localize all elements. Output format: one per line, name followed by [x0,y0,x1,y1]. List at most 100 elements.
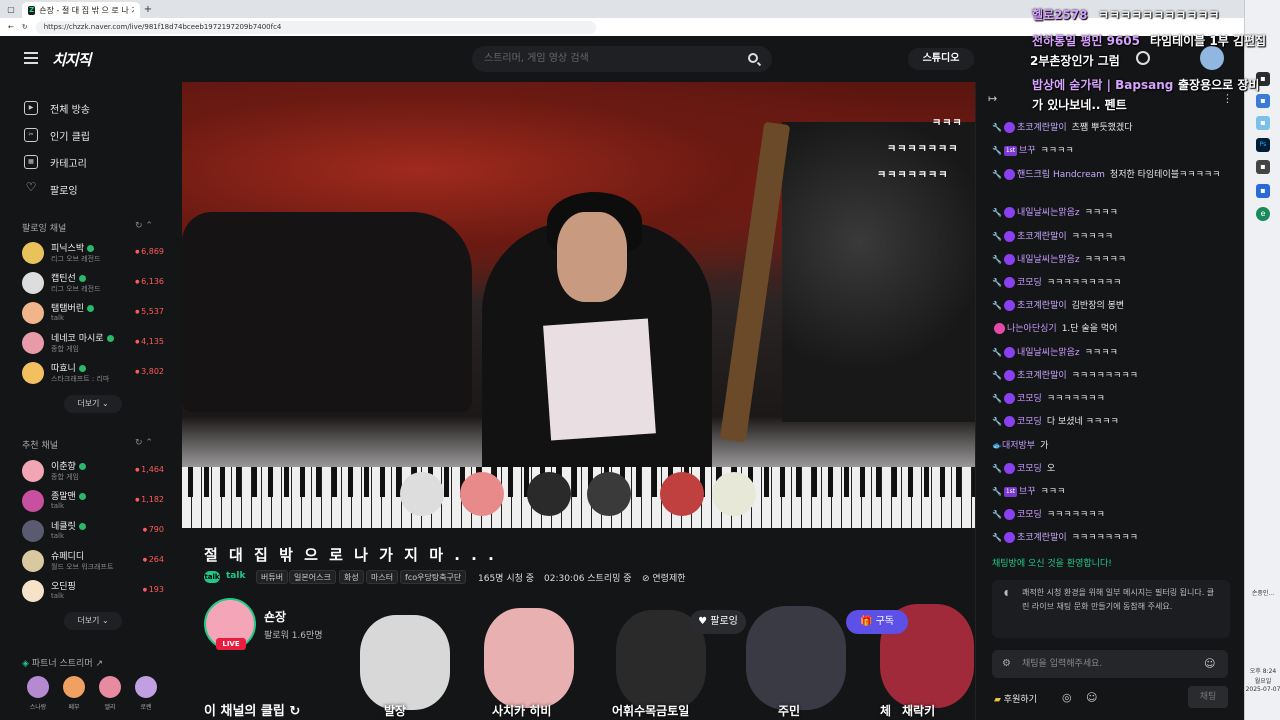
heart-icon: ♡ [25,180,37,194]
chat-username[interactable]: 브꾸 [1019,487,1036,497]
channel-category: 리그 오브 레전드 [51,255,101,263]
channel-category: 스타크래프트 : 리마 [51,375,110,383]
partner-avatar[interactable] [135,676,157,698]
viewer-pet-icon [400,472,444,516]
theme-toggle-icon[interactable] [1136,51,1150,65]
reaction-icon[interactable]: ☺ [1086,691,1097,704]
subscribe-button[interactable]: 🎁 구독 [846,610,908,634]
app-icon[interactable]: ▪ [1256,116,1270,130]
chat-username[interactable]: 핸드크림 Handcream [1017,170,1105,180]
chat-username[interactable]: 코모딩 [1017,278,1042,288]
channel-category: talk [51,592,65,600]
edge-icon[interactable]: e [1256,207,1270,221]
partner-avatar[interactable] [27,676,49,698]
chat-text: 오 [1046,464,1056,474]
tab-actions-icon[interactable]: ▢ [0,5,22,14]
recommended-channel[interactable]: 슈페디디월드 오브 워크래프트 264 [22,548,172,576]
emoji-icon[interactable]: ☺ [1204,657,1215,670]
more-following-button[interactable]: 더보기 ⌄ [64,395,122,413]
chat-username[interactable]: 초코계란말이 [1017,371,1067,381]
chat-username[interactable]: 코모딩 [1017,510,1042,520]
nav-all-live[interactable]: ▶ 전체 방송 [24,99,90,117]
nav-popular-clips[interactable]: ✂ 인기 클립 [24,126,90,144]
chat-text: ㅋㅋㅋㅋ [1040,146,1074,156]
chat-username[interactable]: 코모딩 [1017,464,1042,474]
video-streamer-face [557,212,627,302]
chat-username[interactable]: 초코계란말이 [1017,232,1067,242]
search-icon[interactable] [748,53,758,63]
send-chat-button[interactable]: 채팅 [1188,686,1228,708]
stream-tag[interactable]: fco우당탕축구단 [400,570,467,584]
chat-username[interactable]: 코모딩 [1017,417,1042,427]
reload-icon[interactable]: ↻ [22,23,28,31]
menu-icon[interactable] [24,52,38,64]
following-channel[interactable]: 탬탬버린talk 5,537 [22,300,172,328]
partner-avatar[interactable] [99,676,121,698]
app-icon-3[interactable]: ▪ [1256,184,1270,198]
channel-viewers: 6,869 [135,247,164,256]
stream-tag[interactable]: 버튜버 [256,570,289,584]
chat-username[interactable]: 초코계란말이 [1017,123,1067,133]
channel-viewers: 1,464 [135,465,164,474]
recommended-channel[interactable]: 이춘향종합 게임 1,464 [22,458,172,486]
chat-username[interactable]: 초코계란말이 [1017,301,1067,311]
mission-icon[interactable]: ◎ [1062,691,1072,704]
chat-username[interactable]: 초코계란말이 [1017,533,1067,543]
channel-viewers: 6,136 [135,277,164,286]
following-channel[interactable]: 네네코 마시로종합 게임 4,135 [22,330,172,358]
channel-category: talk [51,314,65,322]
chat-more-icon[interactable]: ⋮ [1222,92,1233,105]
recommended-channel[interactable]: 종말맨talk 1,182 [22,488,172,516]
viewer-count: 165명 시청 중 [478,574,535,584]
stream-tag[interactable]: 마스터 [366,570,399,584]
nav-label: 카테고리 [50,158,87,170]
stream-category-link[interactable]: talk [226,571,245,581]
url-field[interactable]: https://chzzk.naver.com/live/981f18d74bc… [35,20,596,34]
chat-settings-icon[interactable]: ⚙ [1002,658,1011,669]
chat-input[interactable]: 채팅을 입력해주세요. [992,650,1228,678]
collapse-chat-icon[interactable]: ↦ [988,92,997,105]
recommended-channel[interactable]: 네클릿talk 790 [22,518,172,546]
new-tab-button[interactable]: + [140,4,156,15]
chat-username[interactable]: 브꾸 [1019,146,1036,156]
wrench-icon: 🔧 [992,464,1002,473]
nav-following[interactable]: ♡ 팔로잉 [24,180,78,198]
stream-tag[interactable]: 일본어스크 [289,570,336,584]
chat-username[interactable]: 코모딩 [1017,394,1042,404]
subscriber-badge-icon [1003,207,1015,218]
following-channel[interactable]: 따효니스타크래프트 : 리마 3,802 [22,360,172,388]
follow-button[interactable]: ♥ 팔로잉 [690,610,746,634]
following-channel[interactable]: 피닉스박리그 오브 레전드 6,869 [22,240,172,268]
chat-username[interactable]: 대저방부 [1002,441,1035,451]
profile-avatar[interactable] [1200,46,1224,70]
chat-username[interactable]: 내일날씨는맑음z [1017,348,1080,358]
more-recommend-button[interactable]: 더보기 ⌄ [64,612,122,630]
stream-tag[interactable]: 화성 [339,570,364,584]
donate-button[interactable]: ▰ 후원하기 [994,692,1037,705]
video-chat-overlay: ㅋㅋㅋㅋㅋㅋㅋ [887,144,959,155]
following-section-title: 팔로잉 채널 [22,224,67,234]
recommended-channel[interactable]: 오딘핑talk 193 [22,578,172,606]
files-icon[interactable]: ▪ [1256,94,1270,108]
chzzk-logo[interactable]: 치지직 [52,49,91,70]
studio-button[interactable]: 스튜디오 [908,48,974,70]
browser-tab[interactable]: Z 숀장 - 절 대 집 밖 으 로 나 가 지 × [22,2,140,18]
following-channel[interactable]: 캡틴선리그 오브 레전드 6,136 [22,270,172,298]
photoshop-icon[interactable]: Ps [1256,138,1270,152]
channel-name[interactable]: 숀장 [264,608,286,625]
refresh-collapse-icon[interactable]: ↻ ⌃ [135,438,153,448]
back-icon[interactable]: ← [8,23,14,31]
partner-name: 스나랑 [29,704,47,711]
search-input[interactable]: 스트리머, 게임 영상 검색 [472,46,772,72]
chat-username[interactable]: 내일날씨는맑음z [1017,255,1080,265]
overlay-donor-name: 헬로2578 [1032,8,1088,22]
refresh-collapse-icon[interactable]: ↻ ⌃ [135,221,153,231]
chat-text: 츠쨈 뿌듯했겠다 [1071,123,1133,133]
nav-category[interactable]: ▦ 카테고리 [24,153,87,171]
verified-icon [78,493,86,500]
partner-avatar[interactable] [63,676,85,698]
chat-username[interactable]: 내일날씨는맑음z [1017,208,1080,218]
app-icon-2[interactable]: ▪ [1256,160,1270,174]
chat-username[interactable]: 나는아단싱기 [1007,324,1057,334]
video-player[interactable]: ㅋㅋㅋ ㅋㅋㅋㅋㅋㅋㅋ ㅋㅋㅋㅋㅋㅋㅋ [182,82,975,528]
